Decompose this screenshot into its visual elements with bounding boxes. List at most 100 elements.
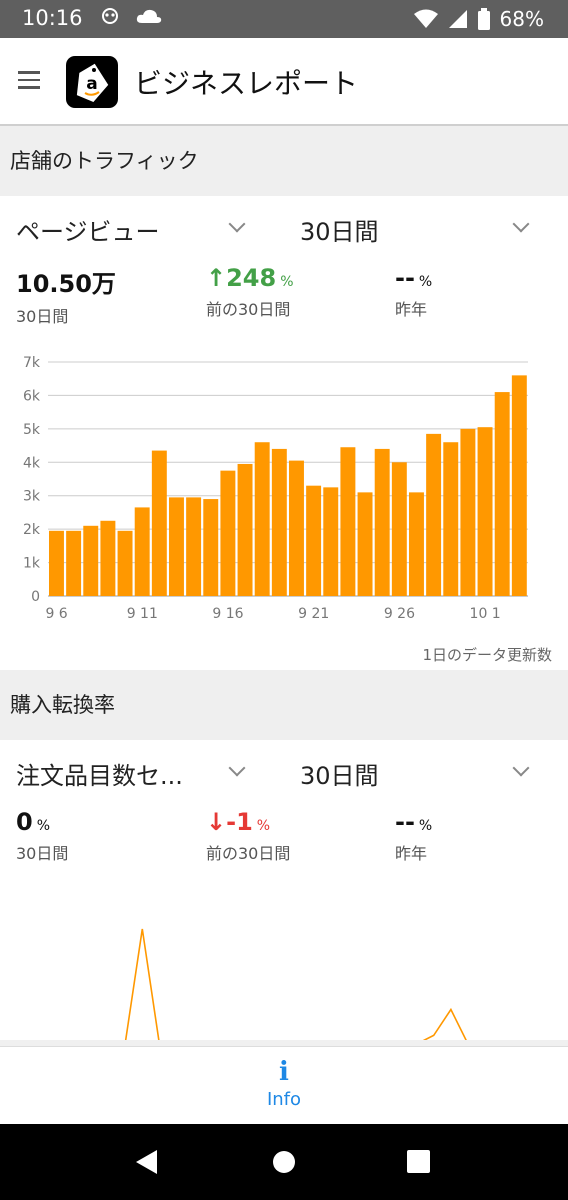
bottom-nav: i Info [0,1046,568,1125]
traffic-section-header: 店舗のトラフィック [0,126,568,196]
bar [186,497,202,596]
x-tick-label: 9 6 [45,606,67,622]
chevron-down-icon[interactable] [228,759,246,777]
y-tick-label: 5k [23,422,41,438]
conversion-prev-metric: ↓-1% 前の30日間 [206,808,290,864]
conversion-lastyear-label: 昨年 [395,844,428,863]
bar [306,485,322,596]
y-tick-label: 0 [31,589,40,605]
y-tick-label: 3k [23,489,41,505]
conversion-period-dropdown[interactable]: 30日間 [300,756,379,791]
info-tab-label: Info [266,1089,302,1110]
traffic-metric-dropdown[interactable]: ページビュー [16,212,160,247]
bar [460,428,476,596]
traffic-section-title: 店舗のトラフィック [10,149,199,173]
chevron-down-icon[interactable] [228,215,246,233]
traffic-metric-label: ページビュー [16,218,160,246]
status-right: 68% [413,7,544,31]
bar [323,487,339,596]
bar [340,447,356,596]
bar [477,427,493,596]
status-bar: 10:16 68% [0,0,568,38]
bar [237,463,253,596]
system-nav-bar [0,1124,568,1200]
bar [426,433,442,596]
back-icon[interactable] [132,1147,162,1177]
x-tick-label: 9 11 [127,606,158,622]
bar [49,530,64,596]
menu-icon[interactable] [18,71,40,94]
app-bar: a ビジネスレポート [0,38,568,126]
x-tick-label: 9 26 [384,606,415,622]
bar [511,375,527,596]
bar [169,497,184,596]
bar [83,525,99,596]
arrow-up-icon: ↑ [206,264,227,292]
signal-icon [448,10,467,28]
traffic-lastyear-unit: % [418,274,433,290]
pageviews-bar-chart: 0 1k 2k 3k 4k 5k 6k 7k 9 6 9 11 9 16 9 21 9 26 10 1 [23,355,528,622]
app-title: ビジネスレポート [134,67,359,100]
conversion-current-label: 30日間 [16,844,69,863]
bar [391,462,407,596]
conversion-current-value: 0 [16,808,33,836]
bar [409,492,424,596]
bar [66,530,82,596]
traffic-lastyear-label: 昨年 [395,300,428,319]
conversion-current-metric: 0% 30日間 [16,808,68,864]
info-icon: i [279,1057,289,1087]
status-time: 10:16 [22,6,83,30]
traffic-prev-metric: ↑248% 前の30日間 [206,264,294,320]
conversion-period-label: 30日間 [300,762,379,790]
traffic-prev-label: 前の30日間 [206,300,291,319]
traffic-current-value: 10.50万 [16,270,116,298]
x-tick-label: 9 21 [298,606,329,622]
conversion-metric-dropdown[interactable]: 注文品目数セ... [16,756,183,791]
conversion-current-unit: % [36,818,51,834]
battery-level: 68% [499,7,544,31]
x-tick-label: 10 1 [470,606,501,622]
conversion-series-line [124,928,467,1040]
chart-footnote: 1日のデータ更新数 [422,646,552,664]
cloud-icon [136,9,162,23]
conversion-line-chart [124,928,467,1040]
conversion-prev-unit: % [256,818,271,834]
conversion-prev-label: 前の30日間 [206,844,291,863]
traffic-current-label: 30日間 [16,307,69,326]
recents-icon[interactable] [406,1149,432,1175]
bar [151,450,167,596]
bar [100,520,116,596]
traffic-current-metric: 10.50万 30日間 [16,264,116,327]
traffic-prev-value: 248 [226,264,277,292]
info-tab[interactable]: i Info [0,1059,568,1110]
battery-icon [477,8,490,30]
bar [271,448,287,596]
chevron-down-icon[interactable] [512,759,530,777]
y-tick-label: 2k [23,522,41,538]
conversion-card: 注文品目数セ... 30日間 0% 30日間 ↓-1% 前の30日間 --% 昨… [0,740,568,1040]
conversion-section-title: 購入転換率 [10,693,115,717]
bar [134,507,150,596]
conversion-lastyear-value: -- [395,808,415,836]
traffic-lastyear-value: -- [395,264,415,292]
bar [117,530,133,596]
conversion-metric-label: 注文品目数セ... [16,762,183,790]
home-icon[interactable] [271,1149,297,1175]
conversion-lastyear-metric: --% 昨年 [395,808,432,864]
traffic-prev-unit: % [280,274,294,290]
amazon-seller-logo: a [66,56,118,108]
y-tick-label: 4k [23,455,41,471]
conversion-lastyear-unit: % [418,818,433,834]
traffic-lastyear-metric: --% 昨年 [395,264,432,320]
bar [254,442,270,596]
notification-icon [102,8,118,24]
chevron-down-icon[interactable] [512,215,530,233]
traffic-period-label: 30日間 [300,218,379,246]
bar [289,460,304,596]
bar [203,499,219,596]
traffic-card: ページビュー 30日間 10.50万 30日間 ↑248% 前の30日間 --%… [0,196,568,670]
logo-letter: a [86,74,97,94]
y-tick-label: 7k [23,355,41,371]
y-tick-label: 1k [23,556,41,572]
traffic-period-dropdown[interactable]: 30日間 [300,212,379,247]
